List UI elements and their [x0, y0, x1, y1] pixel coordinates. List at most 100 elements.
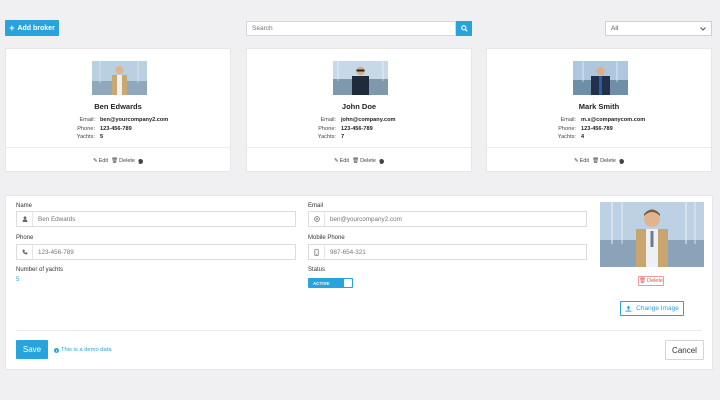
broker-photo	[573, 61, 628, 95]
email-label: Email:	[560, 117, 576, 123]
info-icon[interactable]: i	[378, 158, 384, 164]
pencil-icon: ✎	[334, 158, 339, 164]
broker-edit-form: Name Ben Edwards Email ben@yourcompany2.…	[5, 195, 713, 370]
email-field[interactable]: ben@yourcompany2.com	[308, 211, 587, 227]
phone-label: Phone:	[318, 125, 336, 132]
form-divider	[16, 330, 702, 331]
trash-icon: 🗑	[111, 158, 119, 164]
phone-icon	[17, 245, 33, 259]
card-actions: ✎ Edit 🗑 Delete i	[247, 158, 471, 164]
status-value: ACTIVE	[313, 281, 330, 286]
broker-card[interactable]: John Doe Email: john@company.com Phone: 12…	[246, 48, 472, 172]
email-label: Email	[308, 203, 324, 209]
user-icon	[17, 212, 33, 226]
yachts-value[interactable]: 5	[16, 276, 20, 283]
phone-label: Phone	[16, 235, 34, 241]
broker-name: John Doe	[341, 102, 377, 111]
edit-button[interactable]: ✎ Edit	[334, 158, 349, 164]
broker-phone: 123-456-789	[341, 125, 373, 132]
search-button[interactable]	[456, 21, 472, 36]
mobile-icon	[309, 245, 325, 259]
delete-image-label: Delete	[647, 278, 663, 284]
broker-card[interactable]: Ben Edwards Email: ben@yourcompany2.com P…	[5, 48, 231, 172]
add-broker-button[interactable]: + Add broker	[5, 20, 59, 36]
upload-icon	[625, 305, 632, 312]
at-icon	[309, 212, 325, 226]
change-image-label: Change Image	[636, 305, 679, 312]
search-icon	[460, 25, 468, 32]
status-toggle[interactable]: ACTIVE	[308, 278, 353, 288]
broker-yachts: 4	[581, 134, 585, 140]
name-value: Ben Edwards	[38, 215, 76, 223]
phone-label: Phone:	[558, 125, 576, 132]
broker-large-photo	[600, 202, 704, 267]
broker-email: john@company.com	[341, 117, 396, 123]
broker-photo	[333, 61, 388, 95]
delete-button[interactable]: 🗑 Delete	[592, 158, 616, 164]
demo-note: i This is a demo data	[54, 347, 112, 353]
change-image-button[interactable]: Change Image	[620, 301, 684, 316]
phone-field[interactable]: 123-456-789	[16, 244, 296, 260]
yachts-label: Yachts:	[76, 134, 95, 140]
edit-label: Edit	[579, 158, 590, 164]
broker-photo	[92, 61, 147, 95]
info-icon[interactable]: i	[618, 158, 624, 164]
status-label: Status	[308, 267, 326, 273]
cancel-button[interactable]: Cancel	[665, 340, 704, 360]
toggle-knob	[344, 279, 352, 287]
trash-icon: 🗑	[352, 158, 360, 164]
delete-button[interactable]: 🗑 Delete	[352, 158, 376, 164]
info-icon[interactable]: i	[137, 158, 143, 164]
add-broker-label: Add broker	[17, 24, 55, 32]
phone-value: 123-456-789	[38, 248, 74, 256]
edit-button[interactable]: ✎ Edit	[93, 158, 108, 164]
yachts-label: Number of yachts	[16, 267, 64, 273]
plus-icon: +	[9, 22, 15, 33]
yachts-label: Yachts:	[557, 134, 576, 140]
broker-name: Ben Edwards	[94, 102, 142, 111]
search-input[interactable]	[246, 21, 456, 36]
mobile-value: 987-654-321	[330, 248, 366, 256]
yachts-label: Yachts:	[317, 134, 336, 140]
broker-name: Mark Smith	[578, 102, 620, 111]
delete-label: Delete	[600, 158, 616, 164]
mobile-field[interactable]: 987-654-321	[308, 244, 587, 260]
broker-yachts: 5	[100, 134, 104, 140]
broker-info: Email: ben@yourcompany2.com Phone: 123-456…	[6, 116, 169, 142]
card-divider	[487, 147, 711, 148]
info-icon: i	[54, 347, 59, 353]
delete-image-button[interactable]: 🗑 Delete	[638, 276, 664, 286]
name-label: Name	[16, 203, 33, 209]
mobile-label: Mobile Phone	[308, 235, 345, 241]
search-bar	[246, 21, 472, 36]
edit-label: Edit	[98, 158, 109, 164]
delete-label: Delete	[119, 158, 135, 164]
filter-select[interactable]: All	[605, 21, 712, 36]
email-label: Email:	[320, 117, 336, 123]
filter-value: All	[611, 25, 619, 32]
delete-label: Delete	[360, 158, 376, 164]
edit-button[interactable]: ✎ Edit	[574, 158, 589, 164]
email-value: ben@yourcompany2.com	[330, 215, 402, 223]
delete-button[interactable]: 🗑 Delete	[111, 158, 135, 164]
broker-yachts: 7	[341, 134, 345, 140]
phone-label: Phone:	[77, 125, 95, 132]
broker-email: m.s@companycom.com	[581, 117, 646, 123]
card-actions: ✎ Edit 🗑 Delete i	[6, 158, 230, 164]
broker-email: ben@yourcompany2.com	[100, 117, 169, 123]
edit-label: Edit	[339, 158, 350, 164]
card-divider	[6, 147, 230, 148]
trash-icon: 🗑	[592, 158, 600, 164]
name-field[interactable]: Ben Edwards	[16, 211, 296, 227]
broker-card[interactable]: Mark Smith Email: m.s@companycom.com Phon…	[486, 48, 712, 172]
broker-phone: 123-456-789	[100, 125, 132, 132]
card-divider	[247, 147, 471, 148]
chevron-down-icon	[700, 26, 706, 31]
email-label: Email:	[79, 117, 95, 123]
card-actions: ✎ Edit 🗑 Delete i	[487, 158, 711, 164]
broker-info: Email: john@company.com Phone: 123-456-789…	[247, 116, 396, 142]
save-button[interactable]: Save	[16, 340, 48, 359]
demo-note-text: This is a demo data	[61, 347, 112, 353]
broker-info: Email: m.s@companycom.com Phone: 123-456-7…	[487, 116, 645, 142]
pencil-icon: ✎	[574, 158, 579, 164]
